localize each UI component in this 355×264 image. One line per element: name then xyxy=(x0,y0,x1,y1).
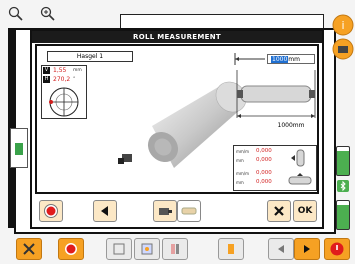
ok-button[interactable]: OK xyxy=(293,200,317,222)
vertical-roll-icon xyxy=(291,149,305,167)
gauge-value: 1,55 xyxy=(53,67,67,74)
reading-label: mm xyxy=(236,158,244,163)
dimension-arrow-icon xyxy=(234,53,265,65)
reading-label: mm/m xyxy=(236,149,250,154)
gauge-value: 270,2 xyxy=(53,76,71,83)
next-button[interactable] xyxy=(294,238,320,260)
roll-view-button[interactable] xyxy=(218,238,244,260)
back-button[interactable] xyxy=(93,200,117,222)
power-button[interactable] xyxy=(324,238,350,260)
readings-panel: mm/m 0,000 mm 0,000 mm/m 0,000 mm 0,000 xyxy=(233,145,317,191)
battery-icon xyxy=(336,146,350,176)
gauge-row-vertical: V 1,55 mm xyxy=(43,67,85,75)
dialog-title: ROLL MEASUREMENT xyxy=(32,31,322,43)
camera-badge-icon[interactable] xyxy=(332,38,354,60)
view-button-2[interactable] xyxy=(134,238,160,260)
gauge-unit: ° xyxy=(73,77,76,82)
gauge-axis-label: H xyxy=(43,76,50,83)
roll-illustration xyxy=(118,81,247,168)
record-button[interactable] xyxy=(39,200,63,222)
sensor-button[interactable] xyxy=(153,200,177,222)
readings-row-vertical: mm/m 0,000 mm 0,000 xyxy=(236,148,316,168)
panel-icon xyxy=(113,243,125,255)
readings-row-horizontal: mm/m 0,000 mm 0,000 xyxy=(236,170,316,190)
zoom-in-icon[interactable] xyxy=(40,6,56,22)
roll-icon xyxy=(228,244,234,254)
tools-button[interactable] xyxy=(16,238,42,260)
power-icon xyxy=(330,242,344,256)
reading-value: 0,000 xyxy=(256,179,272,185)
wrench-icon xyxy=(23,243,35,255)
close-icon xyxy=(274,206,284,216)
level-indicator xyxy=(10,128,28,168)
roll-side-view xyxy=(236,70,316,118)
arrow-right-icon xyxy=(304,245,310,253)
arrow-left-icon xyxy=(101,206,108,216)
dialog-content: Hasgel 1 V 1,55 mm H 270,2 ° 1000mm 1000… xyxy=(35,44,319,194)
svg-text:i: i xyxy=(341,19,344,32)
roll-length-input[interactable]: 1000mm xyxy=(267,54,315,64)
record-icon xyxy=(44,204,58,218)
reading-value: 0,000 xyxy=(256,170,272,176)
gauge-row-horizontal: H 270,2 ° xyxy=(43,76,85,84)
roll-measurement-dialog: ROLL MEASUREMENT Hasgel 1 V 1,55 mm H 27… xyxy=(30,29,324,229)
record-toolbar-button[interactable] xyxy=(58,238,84,260)
sensor-icon xyxy=(159,208,172,215)
cancel-button[interactable] xyxy=(267,200,291,222)
roll-name-field[interactable]: Hasgel 1 xyxy=(47,51,133,62)
horizontal-roll-icon xyxy=(288,173,312,185)
roll-length-label: 1000mm xyxy=(277,122,305,129)
arrow-left-icon xyxy=(278,245,284,253)
roll-length-unit: mm xyxy=(288,56,300,63)
view-button-3[interactable] xyxy=(162,238,188,260)
bluetooth-icon xyxy=(337,180,349,192)
gauge-axis-label: V xyxy=(43,67,50,74)
layout-icon xyxy=(141,243,153,255)
dialog-footer: OK xyxy=(35,196,319,226)
gauge-unit: mm xyxy=(73,68,82,73)
roll-length-value: 1000 xyxy=(271,56,289,63)
reading-label: mm/m xyxy=(236,171,250,176)
zoom-out-icon[interactable] xyxy=(8,6,24,22)
view-button-1[interactable] xyxy=(106,238,132,260)
battery-icon-2 xyxy=(336,200,350,230)
previous-button[interactable] xyxy=(268,238,294,260)
info-badge-icon[interactable]: i xyxy=(332,14,354,36)
reading-value: 0,000 xyxy=(256,157,272,163)
align-icon xyxy=(171,244,179,254)
roll-icon xyxy=(181,207,197,215)
angle-gauge: V 1,55 mm H 270,2 ° xyxy=(41,65,87,119)
reading-value: 0,000 xyxy=(256,148,272,154)
target-dial-icon xyxy=(49,87,79,117)
record-icon xyxy=(65,243,77,255)
roll-select-button[interactable] xyxy=(177,200,201,222)
reading-label: mm xyxy=(236,180,244,185)
